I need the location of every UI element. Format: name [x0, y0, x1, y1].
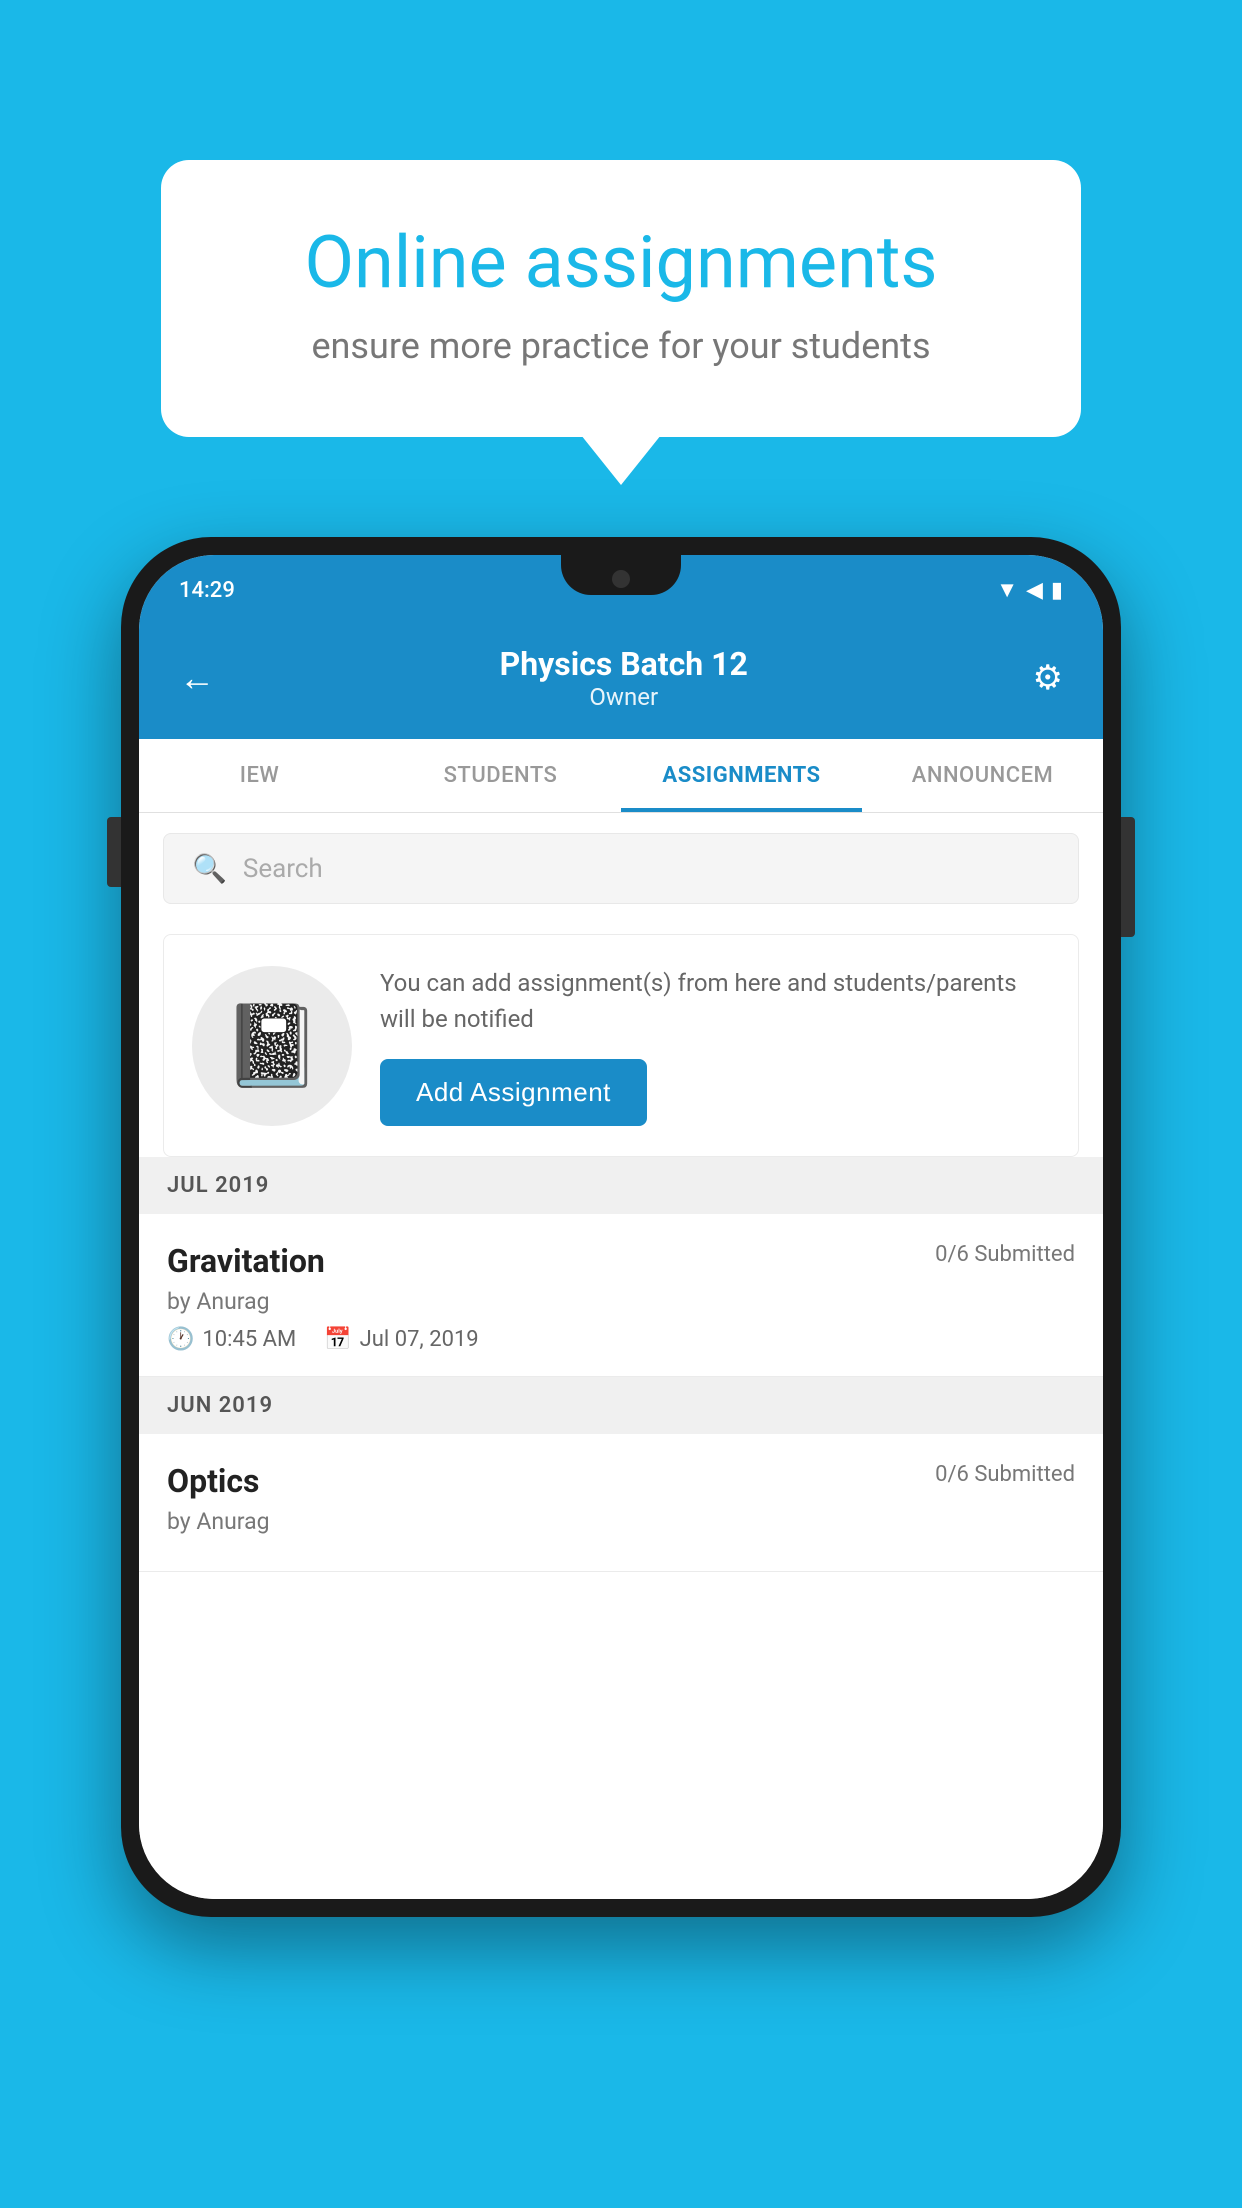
back-button[interactable]: ← [179, 657, 215, 699]
search-container: 🔍 Search [139, 813, 1103, 924]
promo-section: Online assignments ensure more practice … [161, 160, 1081, 437]
assignment-item-gravitation[interactable]: Gravitation 0/6 Submitted by Anurag 🕐 10… [139, 1214, 1103, 1377]
header-center: Physics Batch 12 Owner [500, 645, 748, 711]
assignment-name-optics: Optics [167, 1462, 259, 1500]
assignment-top-row-optics: Optics 0/6 Submitted [167, 1462, 1075, 1500]
add-assignment-button[interactable]: Add Assignment [380, 1059, 647, 1126]
search-placeholder: Search [243, 854, 323, 884]
assignment-top-row: Gravitation 0/6 Submitted [167, 1242, 1075, 1280]
status-time: 14:29 [179, 578, 235, 603]
header-subtitle: Owner [500, 683, 748, 711]
assignment-by-optics: by Anurag [167, 1508, 1075, 1535]
assignment-submitted: 0/6 Submitted [935, 1242, 1075, 1267]
clock-icon: 🕐 [167, 1327, 194, 1352]
assignment-illustration: 📓 [192, 966, 352, 1126]
header-title: Physics Batch 12 [500, 645, 748, 683]
tab-assignments[interactable]: ASSIGNMENTS [621, 739, 862, 812]
phone-screen: 14:29 ▼ ◀ ▮ ← Physics Batch 12 Owner ⚙ [139, 555, 1103, 1899]
tab-announcements[interactable]: ANNOUNCEM [862, 739, 1103, 812]
phone-frame: 14:29 ▼ ◀ ▮ ← Physics Batch 12 Owner ⚙ [121, 537, 1121, 1917]
bubble-title: Online assignments [241, 220, 1001, 305]
empty-state-content: You can add assignment(s) from here and … [380, 965, 1050, 1126]
empty-state-card: 📓 You can add assignment(s) from here an… [163, 934, 1079, 1157]
section-header-jul: JUL 2019 [139, 1157, 1103, 1214]
calendar-icon: 📅 [324, 1327, 351, 1352]
notebook-icon: 📓 [222, 999, 322, 1093]
status-icons: ▼ ◀ ▮ [996, 577, 1063, 603]
battery-icon: ▮ [1051, 578, 1063, 603]
assignment-meta: 🕐 10:45 AM 📅 Jul 07, 2019 [167, 1327, 1075, 1352]
settings-icon[interactable]: ⚙ [1033, 658, 1063, 698]
search-icon: 🔍 [192, 852, 227, 885]
notch [561, 555, 681, 595]
status-bar: 14:29 ▼ ◀ ▮ [139, 555, 1103, 625]
app-header: ← Physics Batch 12 Owner ⚙ [139, 625, 1103, 739]
assignment-item-optics[interactable]: Optics 0/6 Submitted by Anurag [139, 1434, 1103, 1572]
section-header-jun: JUN 2019 [139, 1377, 1103, 1434]
speech-bubble: Online assignments ensure more practice … [161, 160, 1081, 437]
signal-icon: ◀ [1026, 578, 1043, 603]
search-bar[interactable]: 🔍 Search [163, 833, 1079, 904]
content-area: 🔍 Search 📓 You can add assignment(s) fro… [139, 813, 1103, 1899]
phone-mockup: 14:29 ▼ ◀ ▮ ← Physics Batch 12 Owner ⚙ [121, 537, 1121, 1917]
tab-students[interactable]: STUDENTS [380, 739, 621, 812]
assignment-by: by Anurag [167, 1288, 1075, 1315]
assignment-time: 🕐 10:45 AM [167, 1327, 296, 1352]
camera-icon [612, 570, 630, 588]
tabs-bar: IEW STUDENTS ASSIGNMENTS ANNOUNCEM [139, 739, 1103, 813]
assignment-date-value: Jul 07, 2019 [360, 1327, 479, 1352]
tab-iew[interactable]: IEW [139, 739, 380, 812]
assignment-name: Gravitation [167, 1242, 325, 1280]
assignment-date: 📅 Jul 07, 2019 [324, 1327, 478, 1352]
bubble-subtitle: ensure more practice for your students [241, 325, 1001, 367]
assignment-submitted-optics: 0/6 Submitted [935, 1462, 1075, 1487]
empty-state-description: You can add assignment(s) from here and … [380, 965, 1050, 1037]
wifi-icon: ▼ [996, 577, 1018, 603]
assignment-time-value: 10:45 AM [202, 1327, 296, 1352]
